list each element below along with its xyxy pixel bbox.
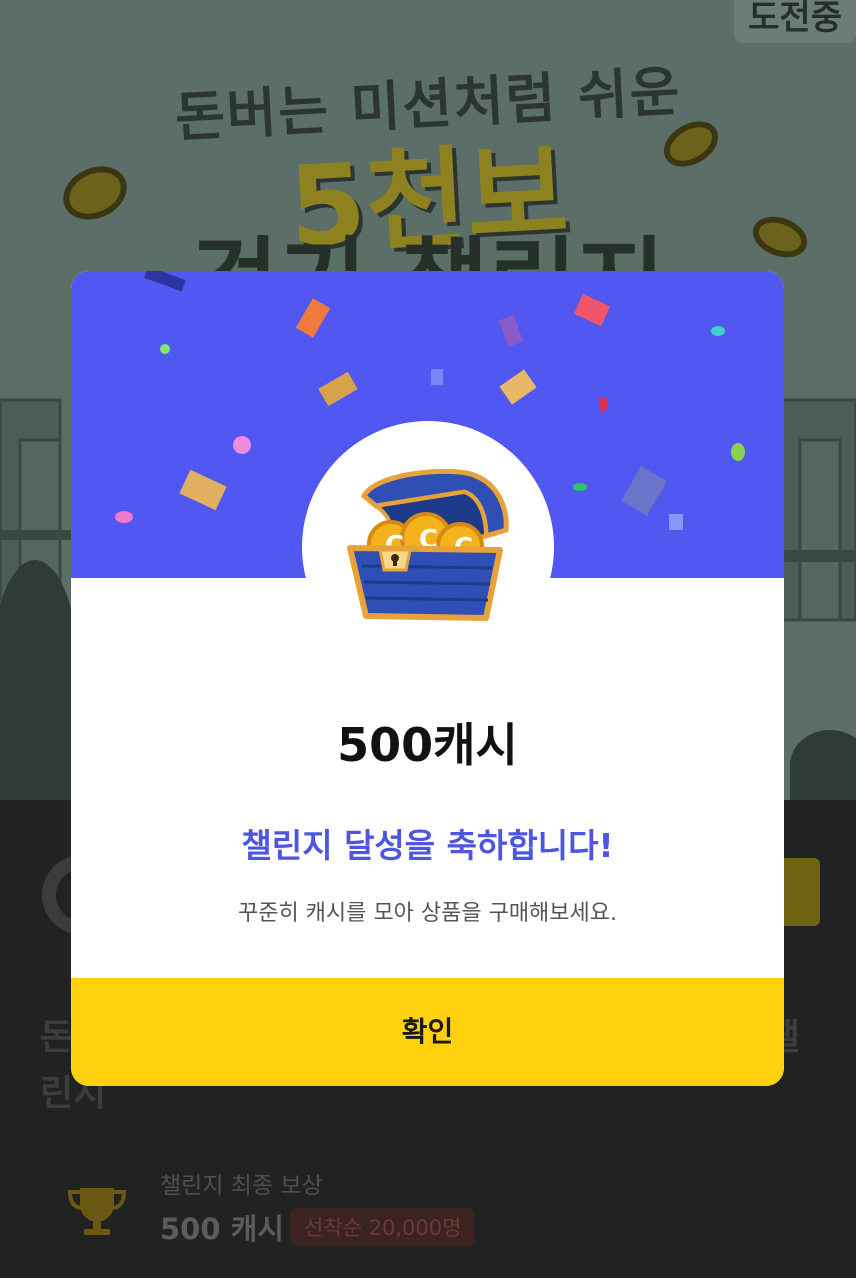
confetti-piece [599,397,607,411]
confetti-piece [731,443,745,461]
confetti-piece [431,369,443,385]
confetti-piece [499,369,537,405]
confetti-piece [144,271,186,292]
confetti-piece [160,344,170,354]
confetti-piece [573,483,587,491]
treasure-chest-icon: C C C [347,468,509,621]
confetti-piece [318,371,358,407]
confetti-piece [179,469,227,511]
confetti-piece [669,514,683,530]
confetti-piece [498,315,524,347]
confetti-piece [621,466,667,516]
confetti-piece [233,436,251,454]
confetti-piece [295,298,331,338]
confetti-piece [711,326,725,336]
reward-modal: C C C 500캐시 챌린지 달성을 축하합니다! 꾸준히 캐시를 모아 상품… [71,271,784,1086]
congrats-heading: 챌린지 달성을 축하합니다! [241,826,614,865]
reward-amount-title: 500캐시 [337,718,518,772]
confetti-piece [115,511,133,523]
confirm-button[interactable]: 확인 [71,978,784,1086]
modal-message: 꾸준히 캐시를 모아 상품을 구매해보세요. [237,901,618,926]
confetti-piece [573,293,611,327]
